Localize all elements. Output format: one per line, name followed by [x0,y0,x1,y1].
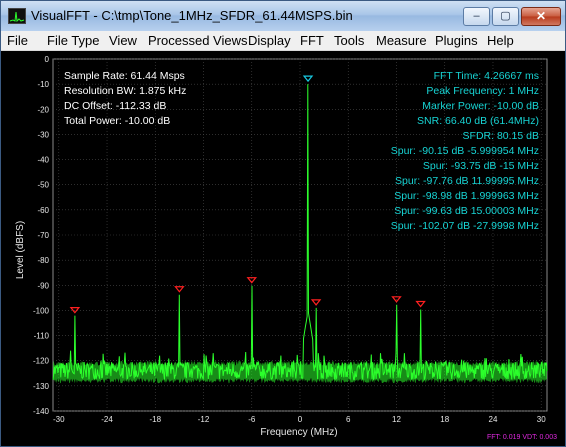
info-peak-frequency: Peak Frequency: 1 MHz [426,85,539,97]
spectrum-chart[interactable]: Level (dBFS) Frequency (MHz) 0-10-20-30-… [1,52,565,446]
x-tick-label: 0 [298,415,303,424]
peak-marker [302,75,314,83]
x-tick-label: -12 [198,415,210,424]
x-tick-label: 24 [489,415,498,424]
menu-file-type[interactable]: File Type [47,33,100,48]
info-marker-power: Marker Power: -10.00 dB [422,100,539,112]
maximize-button[interactable]: ▢ [492,7,519,26]
close-button[interactable]: ✕ [521,7,561,26]
menu-file[interactable]: File [7,33,28,48]
spur-marker [310,299,322,306]
info-resolution-bw: Resolution BW: 1.875 kHz [64,85,186,97]
y-tick-label: -60 [37,206,49,215]
y-tick-label: -100 [33,306,50,315]
info-total-power: Total Power: -10.00 dB [64,115,170,127]
y-tick-label: -80 [37,256,49,265]
x-axis-label: Frequency (MHz) [260,427,337,438]
y-tick-label: -130 [33,382,50,391]
y-tick-label: -140 [33,407,50,416]
info-dc-offset: DC Offset: -112.33 dB [64,100,166,112]
info-fft-time: FFT Time: 4.26667 ms [434,70,539,82]
minimize-button[interactable]: – [463,7,490,26]
y-tick-label: -10 [37,80,49,89]
noise-floor-band [53,360,547,384]
spur-marker [174,286,185,293]
x-tick-label: -18 [149,415,161,424]
x-tick-label: 6 [346,415,351,424]
app-window: VisualFFT - C:\tmp\Tone_1MHz_SFDR_61.44M… [0,0,566,447]
y-axis-label: Level (dBFS) [15,221,26,279]
waveform-app-icon [8,8,26,24]
y-tick-label: -40 [37,156,49,165]
y-tick-label: -90 [37,281,49,290]
info-spur-2: Spur: -93.75 dB -15 MHz [423,160,539,172]
x-tick-label: -6 [248,415,256,424]
menu-tools[interactable]: Tools [334,33,364,48]
menu-fft[interactable]: FFT [300,33,324,48]
info-sfdr: SFDR: 80.15 dB [463,130,539,142]
menu-help[interactable]: Help [487,33,514,48]
x-tick-label: 12 [392,415,401,424]
x-tick-label: -30 [53,415,65,424]
x-tick-label: -24 [101,415,113,424]
x-tick-label: 30 [537,415,546,424]
menu-view[interactable]: View [109,33,137,48]
info-spur-4: Spur: -98.98 dB 1.999963 MHz [394,190,539,202]
spectrum-plot-area[interactable]: Level (dBFS) Frequency (MHz) 0 -10 -20 -30-… [1,52,565,446]
info-spur-1: Spur: -90.15 dB -5.999954 MHz [391,145,539,157]
menu-bar: File File Type View Processed Views Disp… [1,31,565,51]
x-tick-label: 18 [440,415,449,424]
y-tick-label: -120 [33,357,50,366]
title-bar[interactable]: VisualFFT - C:\tmp\Tone_1MHz_SFDR_61.44M… [1,1,565,31]
y-tick-label: -50 [37,181,49,190]
menu-display[interactable]: Display [248,33,291,48]
info-spur-5: Spur: -99.63 dB 15.00003 MHz [394,205,539,217]
info-spur-3: Spur: -97.76 dB 11.99995 MHz [395,175,539,187]
status-readout: FFT: 0.019 VDT: 0.003 [487,434,557,441]
y-tick-label: -70 [37,231,49,240]
info-panel-right: FFT Time: 4.26667 ms Peak Frequency: 1 M… [391,70,539,232]
window-title: VisualFFT - C:\tmp\Tone_1MHz_SFDR_61.44M… [31,8,353,23]
menu-processed-views[interactable]: Processed Views [148,33,247,48]
spur-marker [415,300,426,308]
y-tick-label: 0 [45,55,50,64]
y-tick-label: -30 [37,130,49,139]
y-tick-label: -20 [37,105,49,114]
info-snr: SNR: 66.40 dB (61.4MHz) [417,115,539,127]
info-spur-6: Spur: -102.07 dB -27.9998 MHz [391,220,539,232]
menu-plugins[interactable]: Plugins [435,33,478,48]
y-tick-label: -110 [34,332,50,341]
info-sample-rate: Sample Rate: 61.44 Msps [64,70,185,82]
info-panel-left: Sample Rate: 61.44 Msps Resolution BW: 1… [64,70,186,127]
menu-measure[interactable]: Measure [376,33,427,48]
